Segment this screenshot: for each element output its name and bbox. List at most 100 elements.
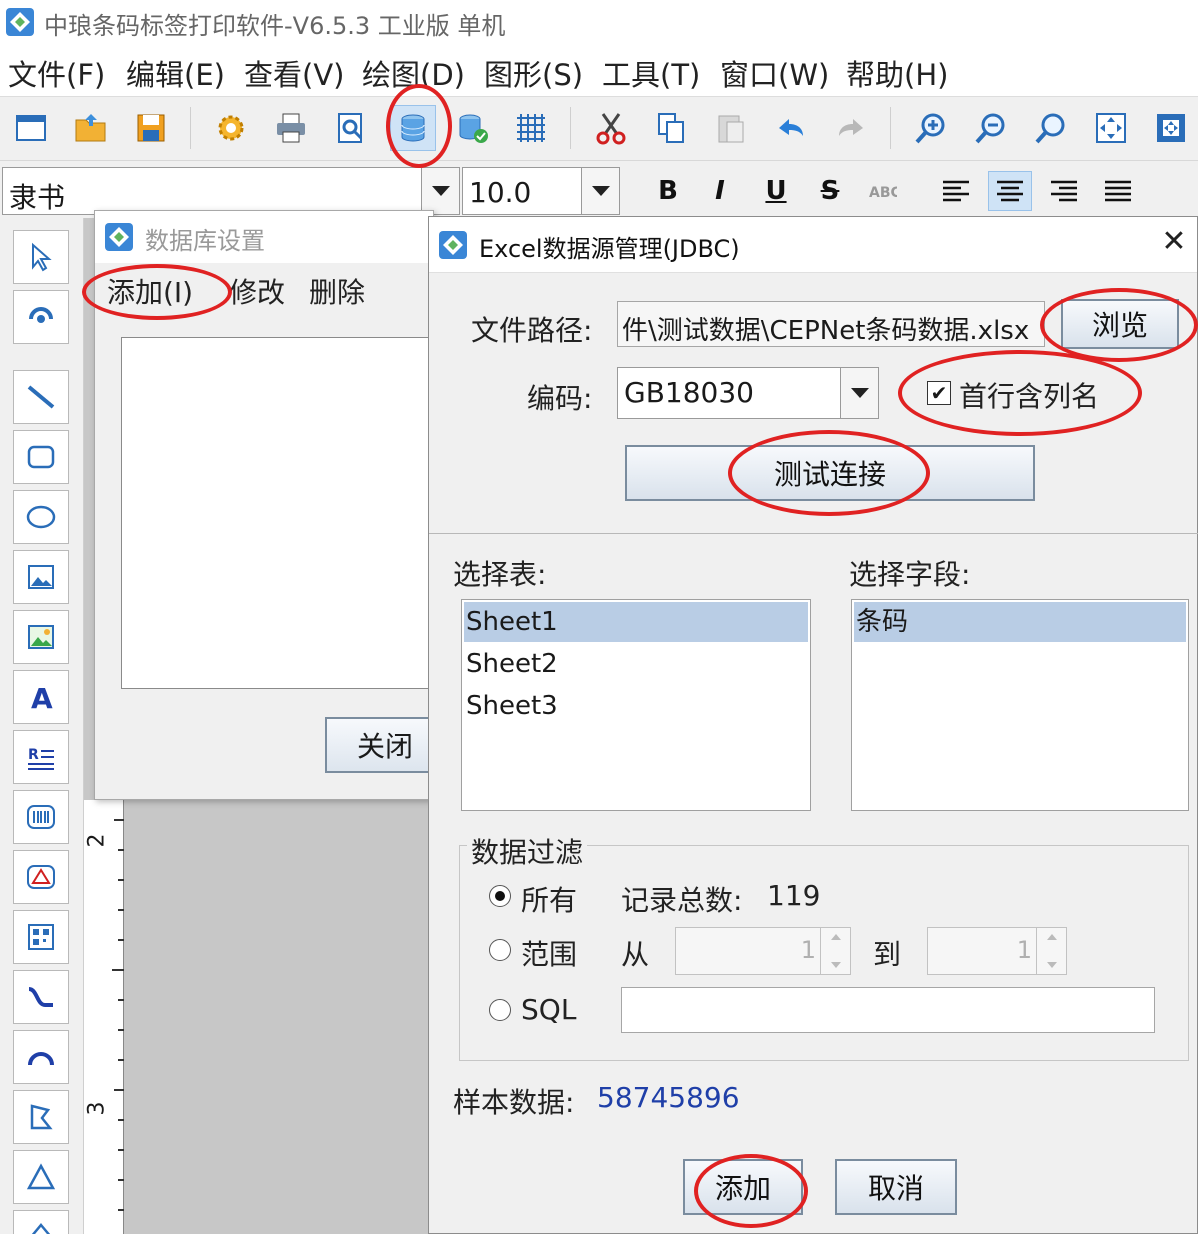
align-justify-icon[interactable] xyxy=(1096,171,1140,211)
range-from-spinner[interactable]: 1 xyxy=(675,927,851,975)
polygon-icon[interactable] xyxy=(13,1090,69,1144)
undo-icon[interactable] xyxy=(768,105,814,151)
edit-menu-item[interactable]: 修改 xyxy=(229,271,285,311)
picture-icon[interactable] xyxy=(13,610,69,664)
list-item[interactable]: Sheet1 xyxy=(464,602,808,642)
spinner-arrows-icon[interactable] xyxy=(820,928,850,974)
italic-button[interactable]: I xyxy=(698,171,742,211)
total-count-label: 记录总数: xyxy=(621,884,743,917)
line-icon[interactable] xyxy=(13,370,69,424)
main-toolbar xyxy=(0,96,1198,160)
filter-range-radio[interactable] xyxy=(489,939,511,961)
menu-shape[interactable]: 图形(S) xyxy=(484,52,583,94)
fit-page-icon[interactable] xyxy=(1088,105,1134,151)
barcode-icon[interactable] xyxy=(13,790,69,844)
filter-all-radio[interactable] xyxy=(489,885,511,907)
curve-icon[interactable] xyxy=(13,970,69,1024)
chevron-down-icon[interactable] xyxy=(840,368,878,418)
chevron-down-icon[interactable] xyxy=(421,168,459,214)
list-item[interactable]: Sheet3 xyxy=(464,686,558,726)
paste-icon[interactable] xyxy=(708,105,754,151)
chevron-down-icon[interactable] xyxy=(581,168,619,214)
list-item[interactable]: 条码 xyxy=(854,602,1186,642)
diamond-icon[interactable] xyxy=(13,1210,69,1234)
qrcode-icon[interactable] xyxy=(13,910,69,964)
add-menu-item[interactable]: 添加(I) xyxy=(107,271,193,311)
filter-range-label: 范围 xyxy=(521,938,578,971)
grid-icon[interactable] xyxy=(508,105,554,151)
add-button[interactable]: 添加 xyxy=(683,1159,803,1215)
table-list[interactable]: Sheet1 Sheet2 Sheet3 xyxy=(461,599,811,811)
datasource-list[interactable] xyxy=(121,337,441,689)
triangle-icon[interactable] xyxy=(13,1150,69,1204)
encoding-select[interactable]: GB18030 xyxy=(617,367,879,419)
open-icon[interactable] xyxy=(68,105,114,151)
header-row-label: 首行含列名 xyxy=(959,380,1100,413)
font-family-select[interactable]: 隶书 xyxy=(2,167,460,215)
svg-text:ABC: ABC xyxy=(869,185,897,201)
close-icon[interactable]: ✕ xyxy=(1159,227,1189,257)
shape-icon[interactable] xyxy=(13,850,69,904)
drawing-toolbox: A R xyxy=(0,218,84,1234)
menu-help[interactable]: 帮助(H) xyxy=(846,52,948,94)
strikethrough-button[interactable]: S xyxy=(808,171,852,211)
spinner-arrows-icon[interactable] xyxy=(1036,928,1066,974)
menu-window[interactable]: 窗口(W) xyxy=(720,52,829,94)
cancel-button[interactable]: 取消 xyxy=(835,1159,957,1215)
browse-button[interactable]: 浏览 xyxy=(1061,299,1179,349)
settings-icon[interactable] xyxy=(208,105,254,151)
zoom-in-icon[interactable] xyxy=(908,105,954,151)
select-pointer-icon[interactable] xyxy=(13,230,69,284)
cut-icon[interactable] xyxy=(588,105,634,151)
test-connection-button[interactable]: 测试连接 xyxy=(625,445,1035,501)
text-icon[interactable]: A xyxy=(13,670,69,724)
list-item[interactable]: Sheet2 xyxy=(464,644,558,684)
data-connect-icon[interactable] xyxy=(450,105,496,151)
menu-view[interactable]: 查看(V) xyxy=(244,52,344,94)
file-path-field[interactable]: 件\测试数据\CEPNet条码数据.xlsx xyxy=(617,301,1045,347)
menu-edit[interactable]: 编辑(E) xyxy=(126,52,225,94)
align-left-icon[interactable] xyxy=(934,171,978,211)
text-effect-icon[interactable]: ABC xyxy=(860,171,904,211)
dialog-title: Excel数据源管理(JDBC) xyxy=(479,235,740,263)
font-family-value: 隶书 xyxy=(9,181,66,214)
font-size-value: 10.0 xyxy=(469,176,532,209)
font-size-select[interactable]: 10.0 xyxy=(462,167,620,215)
range-to-spinner[interactable]: 1 xyxy=(927,927,1067,975)
underline-button[interactable]: U xyxy=(754,171,798,211)
arc-icon[interactable] xyxy=(13,1030,69,1084)
menu-tools[interactable]: 工具(T) xyxy=(602,52,700,94)
divider xyxy=(429,533,1198,534)
sql-input[interactable] xyxy=(621,987,1155,1033)
select-table-label: 选择表: xyxy=(453,558,547,591)
image-icon[interactable] xyxy=(13,550,69,604)
select-field-label: 选择字段: xyxy=(849,558,971,591)
align-right-icon[interactable] xyxy=(1042,171,1086,211)
new-icon[interactable] xyxy=(8,105,54,151)
zoom-icon[interactable] xyxy=(1028,105,1074,151)
print-icon[interactable] xyxy=(268,105,314,151)
menu-file[interactable]: 文件(F) xyxy=(8,52,105,94)
fit-window-icon[interactable] xyxy=(1148,105,1194,151)
save-icon[interactable] xyxy=(128,105,174,151)
filter-all-label: 所有 xyxy=(521,884,578,917)
rich-text-icon[interactable]: R xyxy=(13,730,69,784)
rectangle-icon[interactable] xyxy=(13,430,69,484)
database-icon[interactable] xyxy=(390,105,436,151)
bold-button[interactable]: B xyxy=(646,171,690,211)
ellipse-icon[interactable] xyxy=(13,490,69,544)
close-button[interactable]: 关闭 xyxy=(325,717,445,773)
redo-icon[interactable] xyxy=(828,105,874,151)
range-from-value: 1 xyxy=(800,936,816,964)
zoom-out-icon[interactable] xyxy=(968,105,1014,151)
field-list[interactable]: 条码 xyxy=(851,599,1189,811)
menu-draw[interactable]: 绘图(D) xyxy=(362,52,465,94)
print-preview-icon[interactable] xyxy=(328,105,374,151)
header-row-checkbox[interactable]: ✔ xyxy=(927,381,951,405)
rotate-icon[interactable] xyxy=(13,290,69,344)
copy-icon[interactable] xyxy=(648,105,694,151)
delete-menu-item[interactable]: 删除 xyxy=(309,271,365,311)
filter-sql-radio[interactable] xyxy=(489,999,511,1021)
align-center-icon[interactable] xyxy=(988,171,1032,211)
ruler-mark: 3 xyxy=(84,1101,110,1116)
